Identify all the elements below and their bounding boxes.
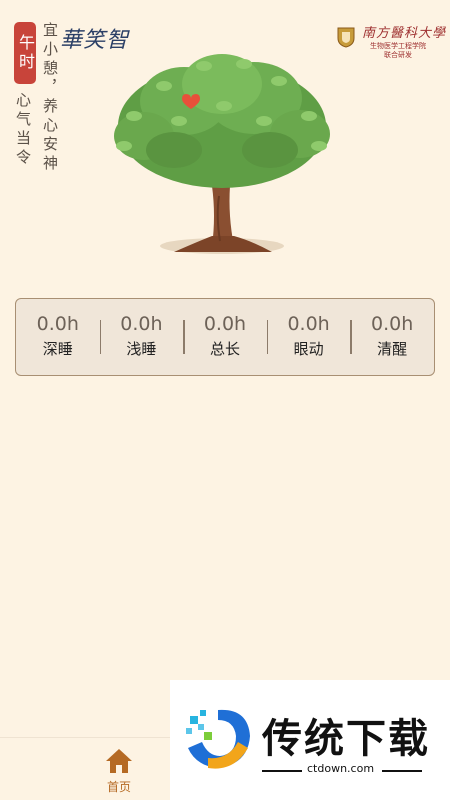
stat-value: 0.0h bbox=[203, 313, 247, 335]
stat-light-sleep: 0.0h 浅睡 bbox=[99, 312, 184, 362]
stat-awake: 0.0h 清醒 bbox=[350, 312, 434, 362]
university-emblem-icon bbox=[337, 27, 355, 48]
nav-home-label: 首页 bbox=[106, 780, 131, 794]
university-name: 南方醫科大學 bbox=[362, 26, 447, 41]
stat-label: 清醒 bbox=[377, 340, 408, 358]
sleep-stats-card: 0.0h 深睡 0.0h 浅睡 0.0h 总长 0.0h 眼动 0.0h 清醒 bbox=[15, 298, 435, 376]
stat-value: 0.0h bbox=[36, 313, 79, 335]
stat-value: 0.0h bbox=[120, 313, 163, 335]
time-period-badge: 午时 bbox=[14, 22, 36, 84]
stat-label: 深睡 bbox=[42, 340, 73, 358]
slogan-right: 宜小憩，养心安神 bbox=[41, 22, 59, 174]
watermark-banner: 传统下载 ctdown.com bbox=[170, 680, 450, 800]
university-subtitle: 生物医学工程学院 联合研发 bbox=[370, 42, 426, 59]
watermark-title: 传统下载 bbox=[262, 716, 430, 762]
stat-value: 0.0h bbox=[371, 313, 414, 335]
stat-total: 0.0h 总长 bbox=[183, 312, 267, 362]
watermark-line-left bbox=[262, 770, 302, 772]
stat-deep-sleep: 0.0h 深睡 bbox=[16, 312, 100, 362]
watermark-url: ctdown.com bbox=[307, 762, 375, 775]
stat-label: 眼动 bbox=[293, 340, 324, 358]
stat-label: 总长 bbox=[209, 340, 240, 358]
watermark-logo-icon bbox=[186, 709, 250, 769]
slogan-left: 心气当令 bbox=[14, 92, 32, 168]
tree-illustration bbox=[114, 54, 330, 254]
watermark-line-right bbox=[382, 770, 422, 772]
stat-label: 浅睡 bbox=[126, 340, 157, 358]
stat-value: 0.0h bbox=[287, 313, 330, 335]
stat-rem: 0.0h 眼动 bbox=[266, 312, 351, 362]
nav-home-tab[interactable]: 首页 bbox=[96, 742, 142, 795]
home-icon bbox=[106, 749, 132, 773]
